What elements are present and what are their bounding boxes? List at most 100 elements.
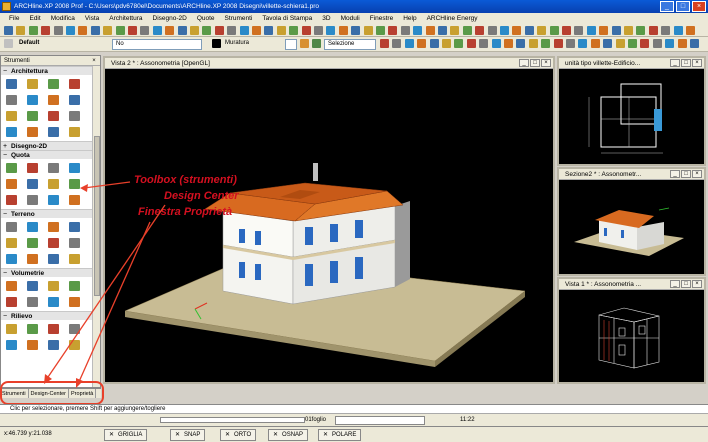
tool-icon[interactable]	[48, 79, 59, 89]
toolbar-tool-icon[interactable]	[528, 39, 538, 48]
main-3d-viewport[interactable]: Vista 2 * : Assonometria [OpenGL] _ □ ×	[103, 56, 555, 384]
tool-icon[interactable]	[69, 179, 80, 189]
tool-icon[interactable]	[48, 254, 59, 264]
tool-icon[interactable]	[69, 163, 80, 173]
toolbar-tool-icon[interactable]	[500, 26, 509, 35]
tool-icon[interactable]	[6, 238, 17, 248]
menu-disegno-2d[interactable]: Disegno-2D	[148, 13, 192, 24]
toolbar-tool-icon[interactable]	[90, 26, 100, 35]
tool-icon[interactable]	[48, 222, 59, 232]
menu-help[interactable]: Help	[398, 13, 421, 24]
tool-icon[interactable]	[69, 297, 80, 307]
toolbar-tool-icon[interactable]	[462, 26, 472, 35]
style-selector[interactable]: Default	[16, 39, 76, 50]
toolbar-tool-icon[interactable]	[301, 26, 311, 35]
tool-icon[interactable]	[69, 222, 80, 232]
toolbar-tool-icon[interactable]	[152, 26, 162, 35]
tool-icon[interactable]	[27, 340, 38, 350]
toolbar-tool-icon[interactable]	[686, 26, 695, 35]
toolbar-tool-icon[interactable]	[665, 39, 675, 48]
sheet-field[interactable]	[335, 416, 425, 425]
section-quota[interactable]: Quota	[1, 150, 100, 160]
horizontal-slider[interactable]	[160, 417, 305, 423]
toolbar-tool-icon[interactable]	[438, 26, 447, 35]
toolbar-tool-icon[interactable]	[66, 26, 75, 35]
vp-close-button[interactable]: ×	[692, 59, 702, 67]
toolbar-tool-icon[interactable]	[140, 26, 150, 35]
toolbar-tool-icon[interactable]	[276, 26, 286, 35]
color-swatch-icon[interactable]	[212, 39, 221, 48]
tool-icon[interactable]	[27, 222, 38, 232]
toolbar-tool-icon[interactable]	[562, 26, 571, 35]
tool-icon[interactable]	[69, 238, 80, 248]
toolbar-tool-icon[interactable]	[392, 39, 402, 48]
tool-icon[interactable]	[27, 127, 38, 137]
toolbar-tool-icon[interactable]	[454, 39, 464, 48]
toolbar-tool-icon[interactable]	[380, 39, 389, 48]
view1-viewport[interactable]: Vista 1 * : Assonometria ... _ □ ×	[557, 277, 706, 384]
layer-icon[interactable]	[312, 39, 321, 48]
toolbar-tool-icon[interactable]	[690, 39, 699, 48]
toolbar-tool-icon[interactable]	[314, 26, 323, 35]
tool-icon[interactable]	[27, 297, 38, 307]
tool-icon[interactable]	[27, 195, 38, 205]
tool-icon[interactable]	[6, 281, 17, 291]
toolbar-tool-icon[interactable]	[504, 39, 513, 48]
toolbar-tool-icon[interactable]	[53, 26, 63, 35]
tool-icon[interactable]	[48, 163, 59, 173]
toolbar-tool-icon[interactable]	[574, 26, 584, 35]
toolbar-tool-icon[interactable]	[640, 39, 650, 48]
vp-minimize-button[interactable]: _	[670, 280, 680, 288]
menu-file[interactable]: File	[4, 13, 24, 24]
toolbar-tool-icon[interactable]	[190, 26, 199, 35]
menu-finestre[interactable]: Finestre	[365, 13, 398, 24]
tool-icon[interactable]	[6, 163, 17, 173]
plan-viewport[interactable]: unità tipo villette-Edificio... _ □ ×	[557, 56, 706, 166]
toolbar-tool-icon[interactable]	[103, 26, 113, 35]
minimize-button[interactable]: _	[660, 1, 674, 12]
tool-icon[interactable]	[69, 281, 80, 291]
menu-strumenti[interactable]: Strumenti	[220, 13, 258, 24]
vp-close-button[interactable]: ×	[692, 170, 702, 178]
tool-icon[interactable]	[48, 340, 59, 350]
close-button[interactable]: ×	[692, 1, 706, 12]
tool-icon[interactable]	[48, 195, 59, 205]
section-disegno-2d[interactable]: Disegno-2D	[1, 141, 100, 151]
menu-moduli[interactable]: Moduli	[336, 13, 365, 24]
close-icon[interactable]: ×	[90, 57, 98, 65]
toolbar-tool-icon[interactable]	[578, 39, 588, 48]
tool-icon[interactable]	[6, 79, 17, 89]
vp-close-button[interactable]: ×	[692, 280, 702, 288]
toolbar-tool-icon[interactable]	[128, 26, 137, 35]
toolbar-tool-icon[interactable]	[603, 39, 613, 48]
tool-icon[interactable]	[27, 179, 38, 189]
toolbar-tool-icon[interactable]	[252, 26, 261, 35]
toolbar-tool-icon[interactable]	[524, 26, 534, 35]
vp-maximize-button[interactable]: □	[681, 59, 691, 67]
menu-edit[interactable]: Edit	[24, 13, 45, 24]
vp-maximize-button[interactable]: □	[530, 59, 540, 67]
snap-toggle[interactable]: ✕ SNAP	[170, 429, 206, 441]
toolbar-tool-icon[interactable]	[289, 26, 299, 35]
toolbar-tool-icon[interactable]	[202, 26, 212, 35]
tool-icon[interactable]	[69, 340, 80, 350]
pen-icon[interactable]	[300, 39, 309, 48]
scrollbar-thumb[interactable]	[94, 136, 100, 296]
maximize-button[interactable]: □	[676, 1, 690, 12]
tool-icon[interactable]	[69, 195, 80, 205]
vp-close-button[interactable]: ×	[541, 59, 551, 67]
tool-icon[interactable]	[27, 324, 38, 334]
menu-quote[interactable]: Quote	[192, 13, 220, 24]
toolbar-tool-icon[interactable]	[417, 39, 427, 48]
toolbar-tool-icon[interactable]	[636, 26, 646, 35]
vp-minimize-button[interactable]: _	[670, 170, 680, 178]
section-rilievo[interactable]: Rilievo	[1, 311, 100, 321]
tool-icon[interactable]	[6, 111, 17, 121]
tool-icon[interactable]	[27, 238, 38, 248]
menu-architettura[interactable]: Architettura	[104, 13, 147, 24]
toolbar-tool-icon[interactable]	[566, 39, 575, 48]
tool-icon[interactable]	[69, 111, 80, 121]
toolbar-tool-icon[interactable]	[338, 26, 348, 35]
toolbar-tool-icon[interactable]	[487, 26, 497, 35]
tool-icon[interactable]	[27, 79, 38, 89]
